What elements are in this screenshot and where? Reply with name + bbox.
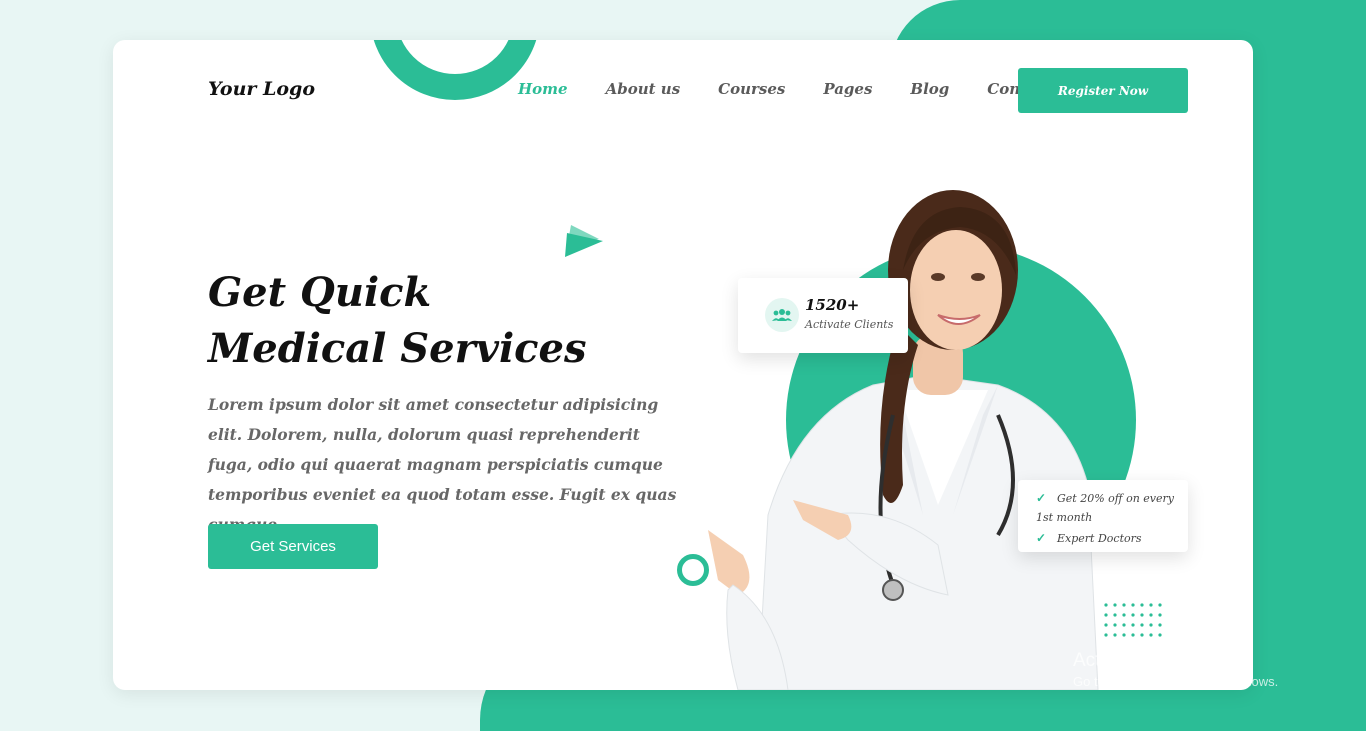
decorative-ring-top	[370, 40, 540, 100]
doctor-image	[708, 190, 1099, 690]
triangle-decoration-icon	[565, 225, 603, 257]
hero-title-line1: Get Quick	[208, 269, 432, 316]
users-icon	[765, 298, 799, 332]
nav-blog[interactable]: Blog	[910, 80, 949, 98]
offer-line-1b: 1st month	[1036, 511, 1093, 524]
offer-card: ✓ Get 20% off on every 1st month ✓ Expert …	[1018, 480, 1188, 552]
stat-label: Activate Clients	[805, 318, 894, 331]
logo[interactable]: Your Logo	[208, 78, 315, 100]
offer-line-1: ✓ Get 20% off on every	[1036, 491, 1174, 505]
hero-description: Lorem ipsum dolor sit amet consectetur a…	[208, 395, 677, 534]
nav-courses[interactable]: Courses	[718, 80, 785, 98]
stat-number: 1520+	[805, 296, 860, 314]
nav-about-us[interactable]: About us	[606, 80, 681, 98]
check-icon: ✓	[1036, 491, 1047, 505]
stat-card: 1520+ Activate Clients	[738, 278, 908, 353]
get-services-button[interactable]: Get Services	[208, 524, 378, 569]
watermark-line2: Go to Settings to activate Windows.	[1073, 674, 1279, 689]
watermark-line1: Activate Windows	[1073, 650, 1223, 671]
offer-line-2: ✓ Expert Doctors	[1036, 531, 1142, 545]
hero-card: Your Logo Home About us Courses Pages Bl…	[113, 40, 1253, 690]
hero-title: Get Quick Medical Services	[208, 265, 628, 377]
hero-title-line2: Medical Services	[208, 325, 587, 372]
register-now-button[interactable]: Register Now	[1018, 68, 1188, 113]
nav-home[interactable]: Home	[518, 80, 568, 98]
main-nav: Home About us Courses Pages Blog Contact	[518, 80, 1091, 98]
nav-pages[interactable]: Pages	[823, 80, 872, 98]
check-icon: ✓	[1036, 531, 1047, 545]
activate-windows-watermark: Activate Windows Go to Settings to activ…	[1073, 650, 1278, 689]
dot-grid-decoration	[1104, 603, 1162, 637]
